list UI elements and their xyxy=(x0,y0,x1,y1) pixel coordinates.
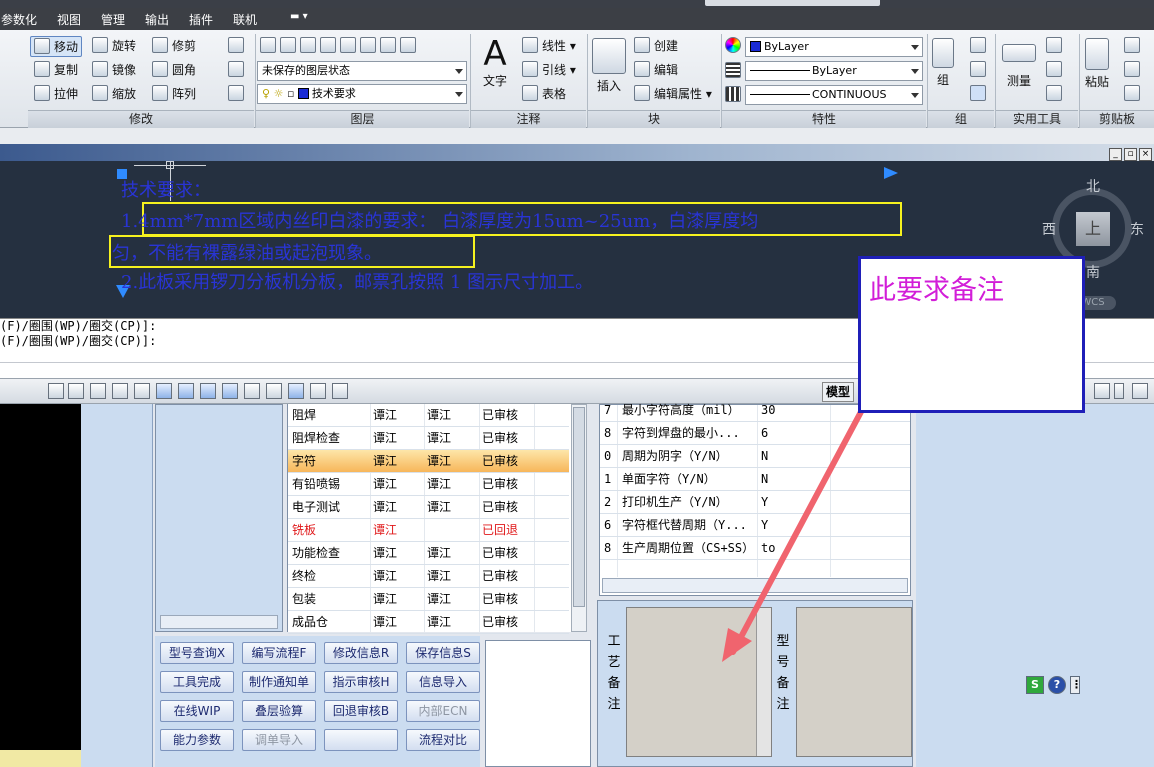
callout-text: 此要求备注 xyxy=(869,275,1004,306)
annotation-callout: 此要求备注 xyxy=(858,256,1085,413)
arrow-head xyxy=(722,628,752,662)
